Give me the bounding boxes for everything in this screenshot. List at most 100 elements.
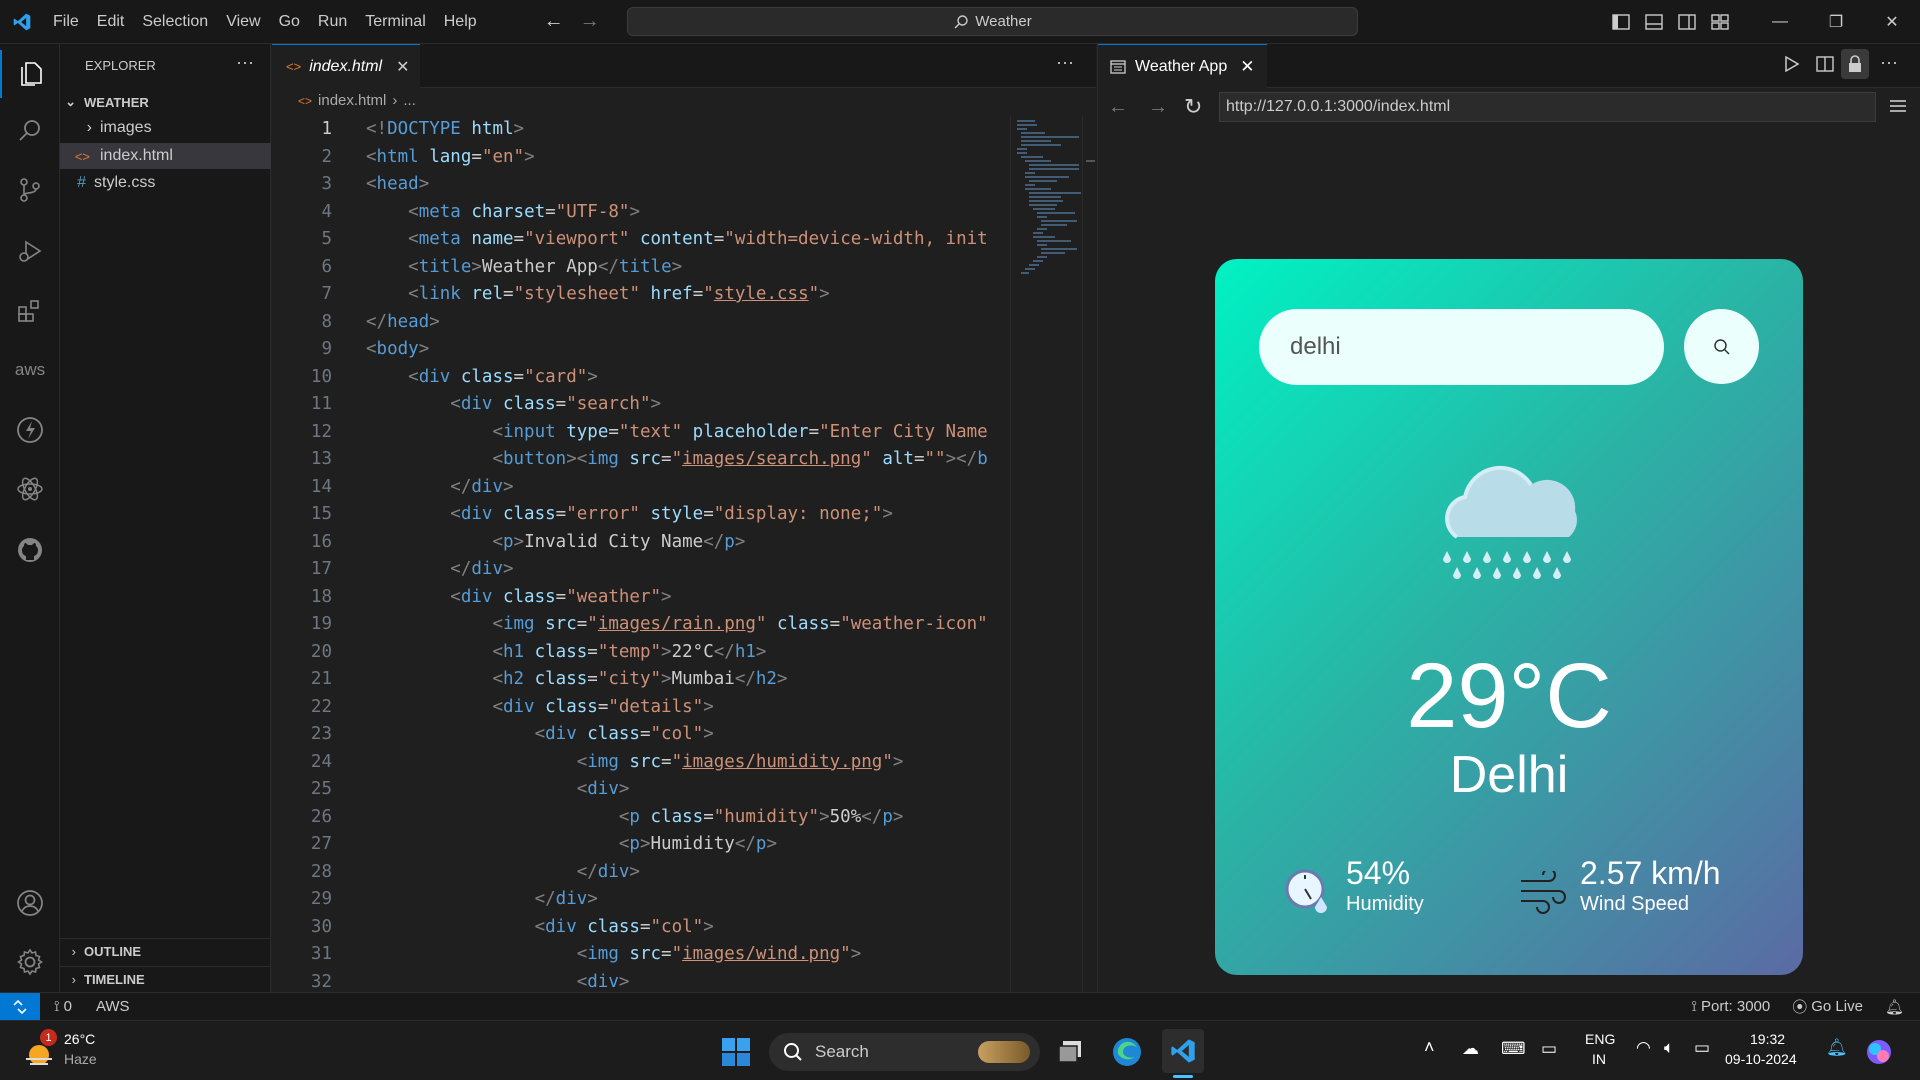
task-view-icon[interactable]: [1058, 1040, 1084, 1069]
battery-icon[interactable]: ▭: [1694, 1038, 1710, 1058]
code-line[interactable]: <meta name="viewport" content="width=dev…: [366, 229, 988, 249]
copilot-icon[interactable]: [1864, 1037, 1894, 1072]
tree-item-images[interactable]: › images: [60, 115, 271, 141]
folder-weather[interactable]: ⌄ WEATHER: [60, 89, 271, 115]
clock-time[interactable]: 19:32: [1750, 1031, 1785, 1047]
aws-status[interactable]: AWS: [96, 998, 130, 1015]
close-tab-icon[interactable]: ✕: [396, 57, 409, 77]
preview-back-icon[interactable]: ←: [1108, 96, 1128, 119]
editor-more-actions-icon[interactable]: ···: [1056, 52, 1074, 73]
toggle-primary-sidebar-icon[interactable]: [1604, 14, 1637, 30]
minimap[interactable]: [1010, 116, 1082, 992]
onedrive-icon[interactable]: ☁︎: [1462, 1039, 1479, 1059]
menu-run[interactable]: Run: [309, 13, 356, 31]
menu-view[interactable]: View: [217, 13, 269, 31]
code-line[interactable]: <div>: [366, 779, 630, 799]
code-line[interactable]: <button><img src="images/search.png" alt…: [366, 449, 987, 469]
tree-item-index-html[interactable]: <> index.html: [60, 143, 271, 169]
close-tab-icon[interactable]: ✕: [1240, 57, 1254, 77]
code-line[interactable]: </div>: [366, 889, 598, 909]
customize-layout-icon[interactable]: [1703, 14, 1736, 30]
preview-forward-icon[interactable]: →: [1148, 96, 1168, 119]
hamburger-menu-icon[interactable]: [1890, 99, 1906, 118]
language-eng[interactable]: ENG: [1585, 1031, 1615, 1047]
preview-more-actions-icon[interactable]: ···: [1880, 52, 1898, 73]
code-line[interactable]: <div class="error" style="display: none;…: [366, 504, 893, 524]
command-center[interactable]: Weather: [627, 7, 1358, 36]
code-line[interactable]: <link rel="stylesheet" href="style.css">: [366, 284, 830, 304]
code-line[interactable]: <div class="weather">: [366, 587, 671, 607]
menu-help[interactable]: Help: [435, 13, 486, 31]
code-line[interactable]: <div class="search">: [366, 394, 661, 414]
code-line[interactable]: </head>: [366, 312, 440, 332]
url-bar[interactable]: http://127.0.0.1:3000/index.html: [1219, 92, 1876, 122]
close-window-icon[interactable]: ✕: [1864, 0, 1920, 44]
code-line[interactable]: <body>: [366, 339, 429, 359]
more-actions-icon[interactable]: ···: [236, 52, 254, 73]
menu-go[interactable]: Go: [270, 13, 309, 31]
code-line[interactable]: <input type="text" placeholder="Enter Ci…: [366, 422, 987, 442]
split-editor-icon[interactable]: [1816, 55, 1834, 78]
code-line[interactable]: <title>Weather App</title>: [366, 257, 682, 277]
keyboard-icon[interactable]: ⌨︎: [1501, 1039, 1526, 1059]
language-in[interactable]: IN: [1592, 1051, 1606, 1067]
lock-icon[interactable]: [1841, 49, 1869, 79]
show-hidden-icons[interactable]: ˄: [1424, 1037, 1435, 1058]
react-icon[interactable]: [0, 465, 60, 513]
scrollbar[interactable]: [1082, 116, 1096, 992]
menu-terminal[interactable]: Terminal: [356, 13, 434, 31]
code-line[interactable]: <div class="col">: [366, 724, 714, 744]
ports-count[interactable]: 0: [64, 998, 72, 1015]
code-line[interactable]: <div class="details">: [366, 697, 713, 717]
code-line[interactable]: <img src="images/rain.png" class="weathe…: [366, 614, 987, 634]
remote-indicator-icon[interactable]: [0, 992, 40, 1021]
city-search-input[interactable]: [1259, 309, 1664, 385]
settings-gear-icon[interactable]: [0, 938, 60, 986]
menu-edit[interactable]: Edit: [88, 13, 134, 31]
menu-selection[interactable]: Selection: [133, 13, 217, 31]
port-status[interactable]: Port: 3000: [1701, 998, 1770, 1015]
back-arrow-icon[interactable]: ←: [544, 10, 564, 33]
breadcrumb-more[interactable]: ...: [403, 92, 416, 109]
code-line[interactable]: <html lang="en">: [366, 147, 535, 167]
clock-date[interactable]: 09-10-2024: [1725, 1051, 1797, 1067]
start-windows-icon[interactable]: [721, 1037, 751, 1072]
tree-item-style-css[interactable]: # style.css: [60, 170, 271, 196]
code-line[interactable]: <head>: [366, 174, 429, 194]
breadcrumb-file[interactable]: index.html: [318, 92, 386, 109]
ports-forwarded-icon[interactable]: ⟟: [54, 998, 60, 1015]
run-icon[interactable]: [1784, 55, 1800, 78]
toggle-secondary-sidebar-icon[interactable]: [1670, 14, 1703, 30]
code-line[interactable]: <img src="images/humidity.png">: [366, 752, 904, 772]
code-line[interactable]: </div>: [366, 862, 640, 882]
accounts-icon[interactable]: [0, 879, 60, 927]
source-control-icon[interactable]: [0, 166, 60, 214]
run-debug-icon[interactable]: [0, 227, 60, 275]
wifi-icon[interactable]: ◠: [1636, 1038, 1651, 1058]
forward-arrow-icon[interactable]: →: [580, 10, 600, 33]
extensions-icon[interactable]: [0, 287, 60, 335]
weather-desc[interactable]: Haze: [64, 1051, 97, 1067]
restore-icon[interactable]: ❐: [1808, 0, 1864, 44]
thunder-client-icon[interactable]: [0, 406, 60, 454]
code-line[interactable]: <div>: [366, 972, 630, 992]
weather-temp[interactable]: 26°C: [64, 1031, 95, 1047]
minimize-icon[interactable]: —: [1752, 0, 1808, 44]
tab-index-html[interactable]: <> index.html ✕: [272, 44, 420, 88]
code-line[interactable]: <img src="images/wind.png">: [366, 944, 862, 964]
code-area[interactable]: 1 <!DOCTYPE html> 2 <html lang="en"> 3 <head>…: [272, 116, 1010, 992]
volume-icon[interactable]: 🔈︎: [1664, 1038, 1674, 1058]
code-line[interactable]: <h2 class="city">Mumbai</h2>: [366, 669, 787, 689]
go-live-button[interactable]: Go Live: [1811, 998, 1863, 1015]
explorer-icon[interactable]: [0, 50, 60, 98]
code-line[interactable]: <meta charset="UTF-8">: [366, 202, 640, 222]
code-line[interactable]: <p class="humidity">50%</p>: [366, 807, 904, 827]
tab-weather-app[interactable]: Weather App ✕: [1098, 44, 1267, 88]
taskbar-search[interactable]: Search: [769, 1033, 1040, 1071]
notifications-bell-icon[interactable]: 🔔︎: [1885, 998, 1904, 1016]
code-line[interactable]: <div class="card">: [366, 367, 598, 387]
outline-section[interactable]: › OUTLINE: [60, 938, 271, 964]
scrollbar-thumb[interactable]: [1086, 160, 1095, 162]
code-line[interactable]: <div class="col">: [366, 917, 714, 937]
menu-file[interactable]: File: [44, 13, 88, 31]
